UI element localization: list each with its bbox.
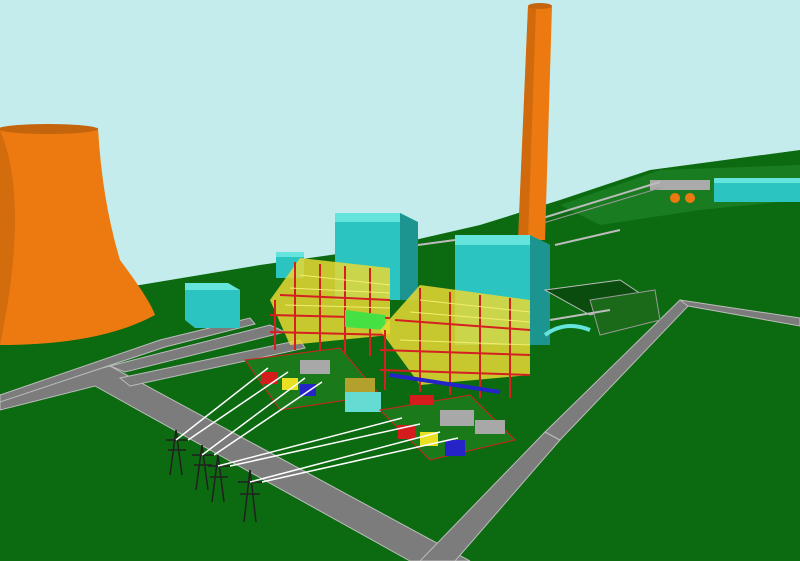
power-plant-3d-model [0, 0, 800, 561]
auxiliary-building-left [185, 283, 240, 328]
